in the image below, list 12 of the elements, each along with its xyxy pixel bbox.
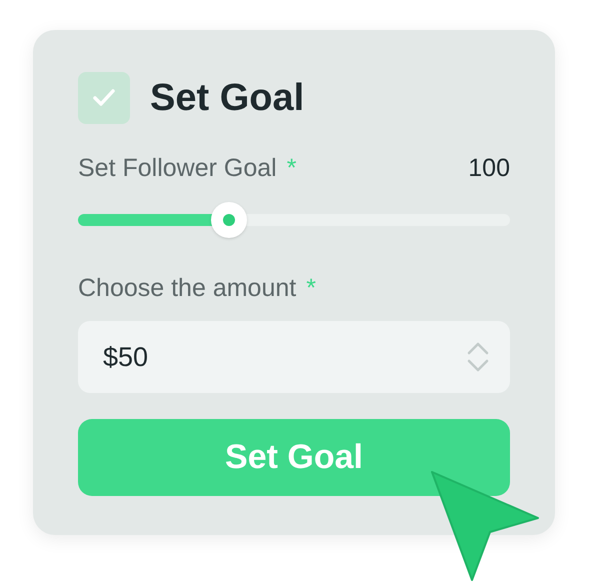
- checkbox[interactable]: [78, 72, 130, 124]
- slider-thumb[interactable]: [211, 202, 248, 238]
- card-title: Set Goal: [150, 76, 304, 120]
- slider-value: 100: [468, 153, 510, 184]
- amount-field[interactable]: $50: [78, 321, 510, 393]
- cursor-icon: [430, 470, 542, 582]
- stepper-icon[interactable]: [466, 340, 490, 374]
- required-mark: *: [286, 153, 296, 184]
- slider-label: Set Follower Goal: [78, 153, 277, 184]
- amount-label: Choose the amount: [78, 272, 296, 304]
- required-mark: *: [306, 272, 316, 304]
- check-icon: [92, 88, 116, 108]
